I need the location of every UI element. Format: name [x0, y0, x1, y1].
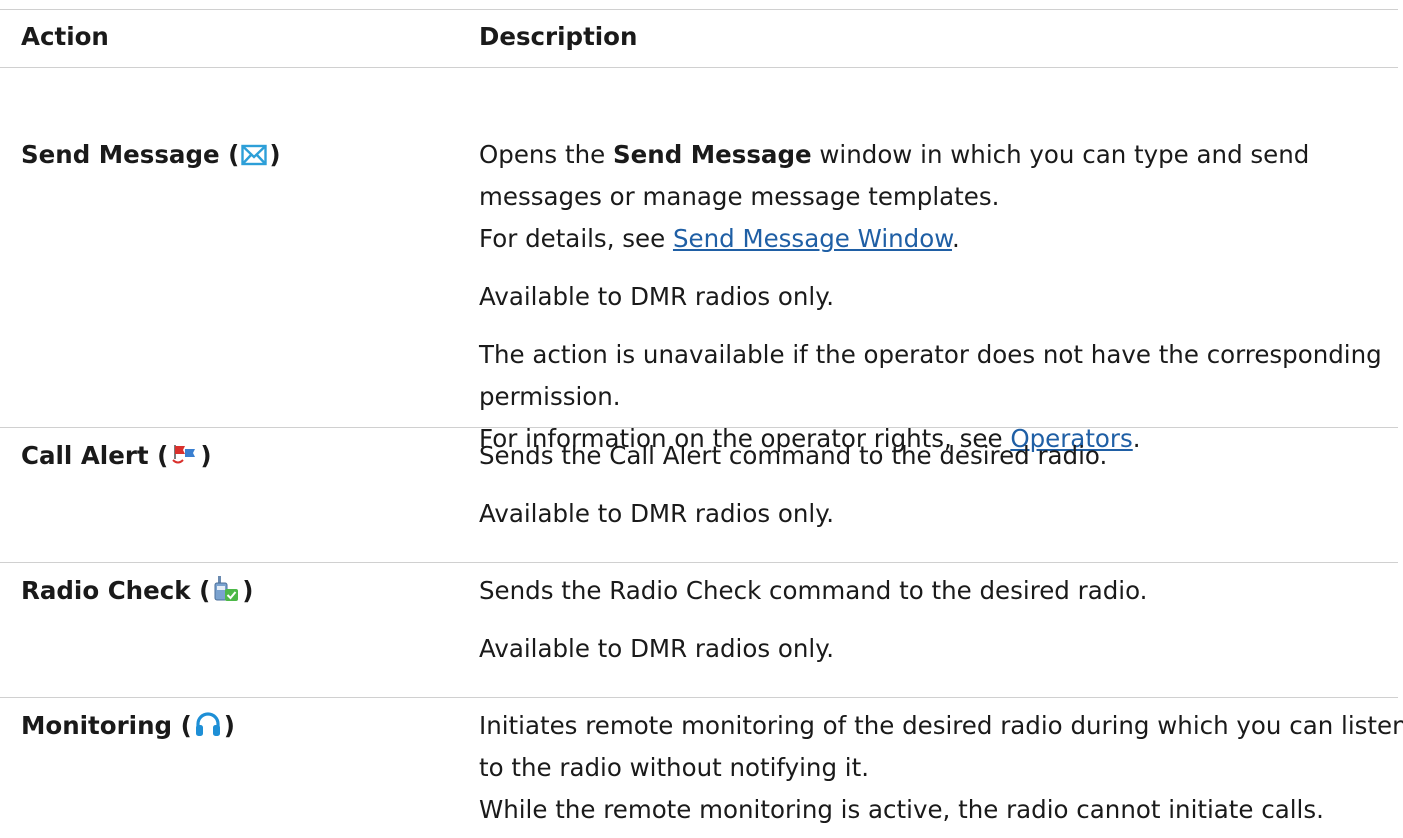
- headphones-icon: [194, 711, 222, 737]
- header-action: Action: [21, 22, 109, 51]
- table-row-monitoring: Monitoring () Initiates remote monitorin…: [21, 711, 1403, 824]
- send-message-window-name: Send Message: [612, 140, 812, 169]
- table-row-radio-check: Radio Check () Sends the Radio Check com…: [0, 563, 1398, 698]
- action-call-alert: Call Alert: [21, 441, 149, 470]
- table-row-call-alert: Call Alert () Sends the Call Alert comma…: [0, 428, 1398, 563]
- action-send-message: Send Message: [21, 140, 220, 169]
- link-send-message-window[interactable]: Send Message Window: [673, 224, 952, 253]
- actions-table: Action Description Send Message () Opens…: [0, 9, 1403, 838]
- envelope-icon: [241, 144, 268, 166]
- flag-alert-icon: [170, 443, 198, 467]
- table-header-row: Action Description: [0, 10, 1398, 68]
- radio-check-icon: [212, 576, 240, 602]
- table-row-send-message: Send Message () Opens the Send Message w…: [0, 68, 1398, 453]
- action-radio-check: Radio Check: [21, 576, 191, 605]
- header-description: Description: [479, 22, 638, 51]
- action-monitoring: Monitoring: [21, 711, 173, 740]
